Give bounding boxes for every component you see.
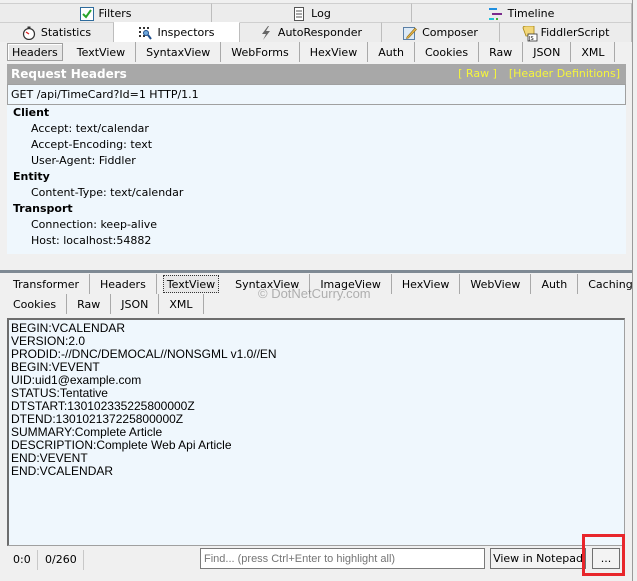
request-headers-panel: Request Headers [ Raw ] [Header Definitio…: [7, 64, 626, 254]
document-icon: [292, 6, 306, 21]
raw-link[interactable]: [ Raw ]: [458, 67, 497, 80]
checkbox-checked-icon: [79, 6, 94, 21]
req-json[interactable]: JSON: [523, 42, 572, 62]
tab-statistics-label: Statistics: [40, 26, 92, 39]
tab-log[interactable]: Log: [212, 3, 412, 23]
resp1-syntaxview[interactable]: SyntaxView: [225, 274, 311, 294]
request-inspector-tabs: Headers TextView SyntaxView WebForms HexView…: [3, 42, 628, 62]
stopwatch-icon: [22, 26, 36, 40]
response-inspector-tabs-row2: Cookies Raw JSON XML: [3, 294, 628, 314]
tab-inspectors[interactable]: Inspectors: [114, 22, 240, 42]
req-syntaxview[interactable]: SyntaxView: [136, 42, 222, 62]
resp2-json[interactable]: JSON: [111, 294, 160, 314]
body-line: DESCRIPTION:Complete Web Api Article: [11, 438, 232, 452]
req-cookies[interactable]: Cookies: [415, 42, 480, 62]
resp1-transformer[interactable]: Transformer: [3, 274, 91, 294]
tab-filters[interactable]: Filters: [0, 3, 212, 23]
top-tabs-row1: Filters Log Timeline: [0, 3, 632, 23]
char-count: 0/260: [39, 550, 84, 570]
tab-timeline[interactable]: Timeline: [412, 3, 632, 23]
body-line: BEGIN:VCALENDAR: [11, 321, 126, 335]
req-headers[interactable]: Headers: [7, 43, 63, 61]
view-in-notepad-button[interactable]: View in Notepad: [490, 548, 586, 569]
resp1-caching[interactable]: Caching: [578, 274, 637, 294]
find-input[interactable]: [200, 548, 485, 569]
tab-autoresponder-label: AutoResponder: [277, 26, 363, 39]
svg-text:JS: JS: [528, 36, 534, 42]
header-group-transport[interactable]: Transport: [13, 202, 73, 215]
resp1-textview[interactable]: TextView: [162, 275, 220, 293]
tab-statistics[interactable]: Statistics: [0, 22, 114, 42]
resp1-webview[interactable]: WebView: [460, 274, 532, 294]
req-hexview[interactable]: HexView: [300, 42, 369, 62]
header-item[interactable]: Accept-Encoding: text: [31, 138, 152, 151]
header-definitions-link[interactable]: [Header Definitions]: [509, 67, 620, 80]
resp1-hexview[interactable]: HexView: [392, 274, 461, 294]
status-bar: 0:0 0/260 View in Notepad ...: [7, 548, 625, 572]
req-textview[interactable]: TextView: [67, 42, 137, 62]
tab-autoresponder[interactable]: AutoResponder: [240, 22, 382, 42]
resp1-headers[interactable]: Headers: [90, 274, 157, 294]
req-xml[interactable]: XML: [571, 42, 616, 62]
resp1-auth[interactable]: Auth: [531, 274, 579, 294]
resp1-imageview[interactable]: ImageView: [310, 274, 392, 294]
req-raw[interactable]: Raw: [479, 42, 524, 62]
header-item[interactable]: Content-Type: text/calendar: [31, 186, 183, 199]
tab-inspectors-label: Inspectors: [157, 26, 215, 39]
resp2-xml[interactable]: XML: [159, 294, 204, 314]
tab-fiddlerscript-label: FiddlerScript: [540, 26, 610, 39]
resp2-raw[interactable]: Raw: [67, 294, 112, 314]
header-group-client[interactable]: Client: [13, 106, 49, 119]
top-tabs-row2: Statistics Inspectors AutoResponder Comp…: [0, 22, 632, 42]
body-line: PRODID:-//DNC/DEMOCAL//NONSGML v1.0//EN: [11, 347, 277, 361]
highlight-annotation: [582, 534, 625, 576]
header-group-entity[interactable]: Entity: [13, 170, 50, 183]
lightning-icon: [259, 25, 273, 40]
tab-fiddlerscript[interactable]: JS FiddlerScript: [500, 22, 632, 42]
timeline-icon: [488, 7, 503, 21]
req-auth[interactable]: Auth: [368, 42, 415, 62]
response-inspector-tabs-row1: Transformer Headers TextView SyntaxView Imag…: [3, 274, 633, 294]
req-webforms[interactable]: WebForms: [221, 42, 300, 62]
request-headers-links: [ Raw ] [Header Definitions]: [446, 64, 620, 84]
inspector-icon: [138, 25, 153, 40]
pane-splitter[interactable]: [0, 270, 632, 273]
response-textview[interactable]: BEGIN:VCALENDAR VERSION:2.0 PRODID:-//DNC/…: [7, 318, 625, 546]
caret-position: 0:0: [7, 550, 38, 570]
window-edge: [632, 0, 637, 581]
tab-timeline-label: Timeline: [507, 7, 555, 20]
tab-composer-label: Composer: [422, 26, 478, 39]
compose-icon: [403, 26, 417, 40]
request-line: GET /api/TimeCard?Id=1 HTTP/1.1: [7, 84, 626, 105]
header-item[interactable]: Accept: text/calendar: [31, 122, 149, 135]
tab-log-label: Log: [311, 7, 331, 20]
script-icon: JS: [522, 25, 537, 42]
tab-filters-label: Filters: [98, 7, 132, 20]
header-item[interactable]: Host: localhost:54882: [31, 234, 151, 247]
resp2-cookies[interactable]: Cookies: [3, 294, 68, 314]
header-item[interactable]: Connection: keep-alive: [31, 218, 157, 231]
body-line: END:VCALENDAR: [11, 464, 114, 478]
tab-composer[interactable]: Composer: [382, 22, 500, 42]
header-item[interactable]: User-Agent: Fiddler: [31, 154, 136, 167]
